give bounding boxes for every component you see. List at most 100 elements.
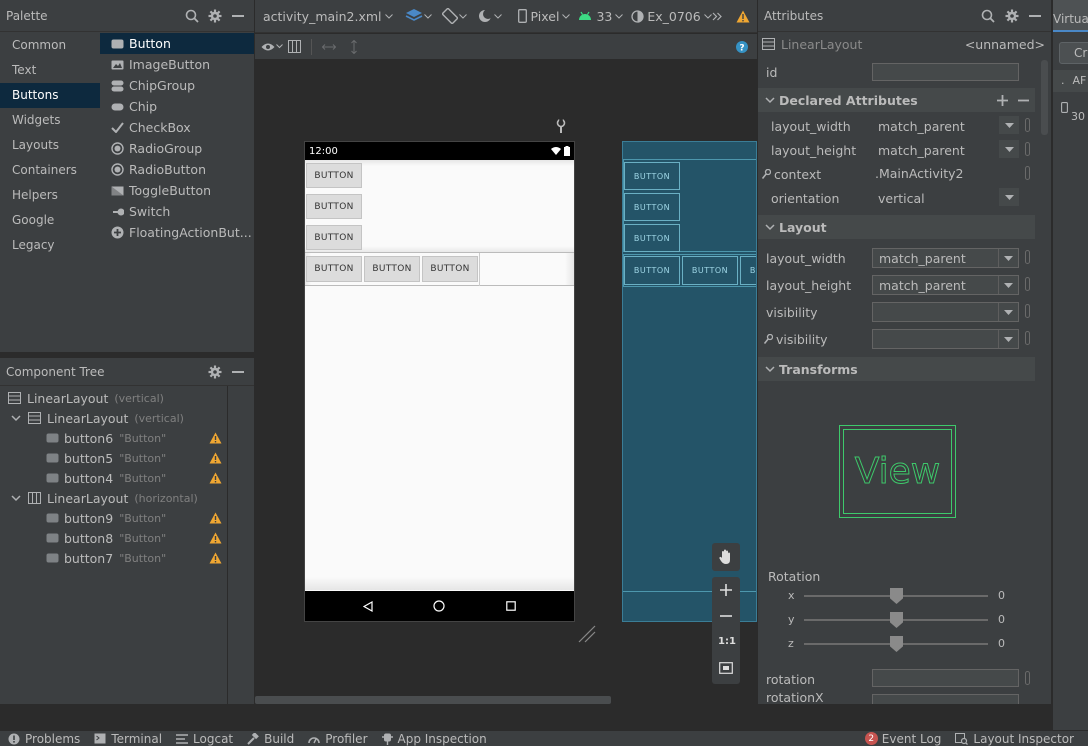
button9[interactable]: BUTTON <box>306 256 362 282</box>
warning-icon[interactable] <box>209 532 222 544</box>
resize-handle-icon[interactable] <box>577 624 597 644</box>
button7[interactable]: BUTTON <box>422 256 478 282</box>
chevron-down-icon[interactable] <box>765 365 775 373</box>
blueprint-button6[interactable]: BUTTON <box>624 162 680 190</box>
chevron-down-icon[interactable] <box>276 44 283 49</box>
gear-icon[interactable] <box>202 9 228 23</box>
chevron-down-icon[interactable] <box>703 13 712 19</box>
category-widgets[interactable]: Widgets <box>0 108 100 133</box>
transforms-section[interactable]: Transforms <box>758 357 1035 381</box>
split-view-icon[interactable] <box>288 40 301 53</box>
tree-row-root[interactable]: LinearLayout (vertical) <box>0 388 227 408</box>
palette-item-fab[interactable]: FloatingActionBut... <box>100 222 254 243</box>
zoom-in-icon[interactable] <box>720 584 732 596</box>
palette-item-imagebutton[interactable]: ImageButton <box>100 54 254 75</box>
chevron-down-icon[interactable] <box>999 188 1019 206</box>
warning-icon[interactable] <box>209 472 222 484</box>
orientation-icon[interactable] <box>441 8 458 24</box>
theme-selector[interactable]: Ex_0706 <box>647 9 700 24</box>
palette-item-radiobutton[interactable]: RadioButton <box>100 159 254 180</box>
slider-thumb[interactable] <box>890 612 903 628</box>
expand-vertical-icon[interactable] <box>350 39 358 54</box>
zoom-out-icon[interactable] <box>720 610 732 622</box>
chevron-down-icon[interactable] <box>458 13 467 19</box>
warning-icon[interactable] <box>736 10 750 23</box>
back-icon[interactable] <box>363 600 373 612</box>
visibility-combo[interactable] <box>872 302 1019 322</box>
device-selector[interactable]: Pixel <box>531 9 560 24</box>
add-icon[interactable] <box>997 94 1008 106</box>
category-legacy[interactable]: Legacy <box>0 233 100 258</box>
id-input[interactable] <box>872 63 1019 81</box>
declared-layout-width-combo[interactable]: match_parent <box>872 116 1019 136</box>
tree-row-button8[interactable]: button8 "Button" <box>0 528 227 548</box>
palette-item-checkbox[interactable]: CheckBox <box>100 117 254 138</box>
button4[interactable]: BUTTON <box>306 225 362 250</box>
chevron-down-icon[interactable] <box>999 116 1019 134</box>
tree-row-button6[interactable]: button6 "Button" <box>0 428 227 448</box>
horizontal-scrollbar[interactable] <box>255 696 611 704</box>
chevron-down-icon[interactable] <box>562 13 571 19</box>
warning-icon[interactable] <box>209 512 222 524</box>
overflow-chevron-icon[interactable] <box>712 12 722 21</box>
reference-pill[interactable] <box>1025 166 1030 180</box>
reference-pill[interactable] <box>1025 331 1030 345</box>
declared-attributes-section[interactable]: Declared Attributes <box>758 88 1035 112</box>
button8[interactable]: BUTTON <box>364 256 420 282</box>
layout-width-combo[interactable]: match_parent <box>872 248 1019 268</box>
orientation-combo[interactable]: vertical <box>872 188 1019 208</box>
button6[interactable]: BUTTON <box>306 163 362 188</box>
chevron-down-icon[interactable] <box>999 140 1019 158</box>
declared-layout-height-combo[interactable]: match_parent <box>872 140 1019 160</box>
gear-icon[interactable] <box>999 9 1025 23</box>
blueprint-button9[interactable]: BUTTON <box>624 256 680 285</box>
pan-button[interactable] <box>712 543 740 571</box>
blueprint-button7[interactable]: BUTTON <box>740 256 756 285</box>
slider-thumb[interactable] <box>890 588 903 604</box>
expand-horizontal-icon[interactable] <box>322 43 336 51</box>
palette-item-chip[interactable]: Chip <box>100 96 254 117</box>
rotationx-input[interactable] <box>872 694 1019 704</box>
wrench-icon[interactable] <box>556 119 566 133</box>
category-layouts[interactable]: Layouts <box>0 133 100 158</box>
eye-icon[interactable] <box>261 42 275 52</box>
category-text[interactable]: Text <box>0 58 100 83</box>
reference-pill[interactable] <box>1025 277 1030 291</box>
search-icon[interactable] <box>182 9 202 23</box>
chevron-down-icon[interactable] <box>998 330 1018 348</box>
slider-thumb[interactable] <box>890 636 903 652</box>
category-helpers[interactable]: Helpers <box>0 183 100 208</box>
tree-row-button5[interactable]: button5 "Button" <box>0 448 227 468</box>
minimize-icon[interactable] <box>228 366 248 378</box>
chevron-down-icon[interactable] <box>10 414 22 422</box>
chevron-down-icon[interactable] <box>423 13 432 19</box>
virtual-tab[interactable]: Virtual <box>1053 0 1088 32</box>
remove-icon[interactable] <box>1018 95 1029 106</box>
blueprint-button8[interactable]: BUTTON <box>682 256 738 285</box>
chevron-down-icon[interactable] <box>998 249 1018 267</box>
reference-pill[interactable] <box>1025 250 1030 264</box>
tools-visibility-combo[interactable] <box>872 329 1019 349</box>
chevron-down-icon[interactable] <box>765 96 775 104</box>
minimize-icon[interactable] <box>228 10 248 22</box>
layers-icon[interactable] <box>405 8 423 24</box>
build-tab[interactable]: Build <box>247 732 294 746</box>
category-buttons[interactable]: Buttons <box>0 83 100 108</box>
reference-pill[interactable] <box>1025 671 1030 685</box>
palette-item-button[interactable]: Button <box>100 33 254 54</box>
api-selector[interactable]: 33 <box>596 9 612 24</box>
reference-pill[interactable] <box>1025 118 1030 132</box>
layout-inspector-tab[interactable]: Layout Inspector <box>955 732 1074 746</box>
palette-item-chipgroup[interactable]: ChipGroup <box>100 75 254 96</box>
gear-icon[interactable] <box>202 365 228 379</box>
context-value[interactable]: .MainActivity2 <box>875 166 964 181</box>
layout-height-combo[interactable]: match_parent <box>872 275 1019 295</box>
blueprint-button5[interactable]: BUTTON <box>624 193 680 221</box>
chevron-down-icon[interactable] <box>765 223 775 231</box>
logcat-tab[interactable]: Logcat <box>176 732 233 746</box>
profiler-tab[interactable]: Profiler <box>308 732 368 746</box>
event-log-tab[interactable]: 2 Event Log <box>864 732 941 746</box>
warning-icon[interactable] <box>209 552 222 564</box>
app-inspection-tab[interactable]: App Inspection <box>381 732 487 746</box>
reference-pill[interactable] <box>1025 142 1030 156</box>
